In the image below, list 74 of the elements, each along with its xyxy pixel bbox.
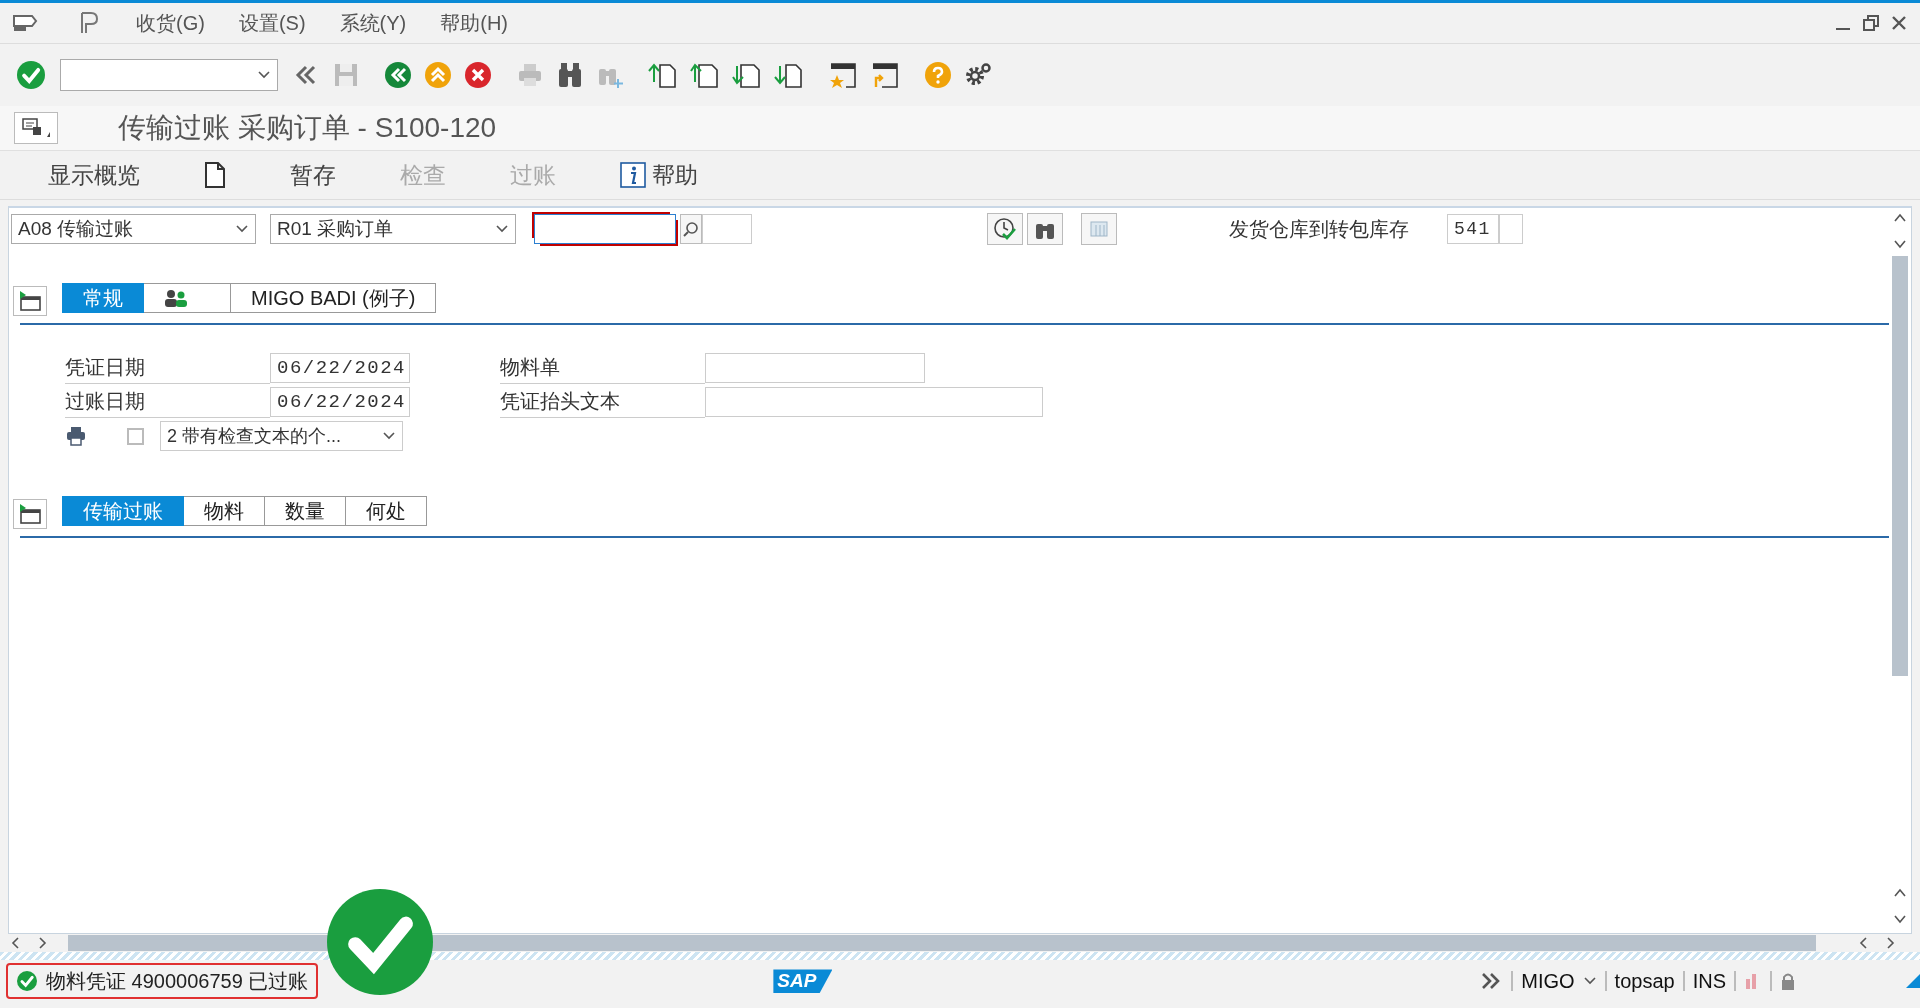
close-icon[interactable]: [1890, 14, 1908, 32]
clock-check-icon: [993, 217, 1017, 241]
movement-type-field[interactable]: 541: [1447, 214, 1499, 244]
search-help-button[interactable]: [680, 214, 702, 244]
menu-item[interactable]: 设置(S): [238, 9, 306, 37]
help-button[interactable]: 帮助: [608, 155, 710, 195]
tab[interactable]: 传输过账: [62, 496, 184, 526]
transaction-code[interactable]: MIGO: [1521, 969, 1575, 993]
caret-icon: [257, 70, 271, 80]
reference-dropdown[interactable]: R01 采购订单: [270, 214, 516, 244]
expand-button[interactable]: [13, 286, 47, 316]
status-message: 物料凭证 4900006759 已过账: [6, 963, 319, 1000]
people-icon: [164, 289, 188, 307]
item-field[interactable]: [702, 214, 752, 244]
scrollbar-thumb[interactable]: [68, 935, 1816, 952]
info-icon: [620, 162, 646, 188]
document-number-field[interactable]: [534, 214, 676, 244]
expand-button[interactable]: [13, 499, 47, 529]
caret-icon: [495, 224, 509, 234]
success-icon: [16, 970, 38, 993]
binoculars-icon[interactable]: [556, 61, 584, 89]
menu-item[interactable]: 帮助(H): [440, 9, 508, 37]
lock-icon: [1780, 971, 1796, 992]
table-icon: [1089, 220, 1109, 238]
tab[interactable]: 数量: [265, 496, 346, 526]
print-icon: [65, 425, 87, 447]
toolbar-button[interactable]: 暂存: [278, 155, 348, 195]
sap-logo: SAP: [773, 969, 833, 994]
caret-icon: [382, 431, 396, 441]
tab[interactable]: 常规: [62, 283, 144, 313]
find-button[interactable]: [1027, 213, 1063, 245]
document-date-field[interactable]: 06/22/2024: [270, 353, 410, 383]
print-checkbox[interactable]: [127, 427, 144, 445]
header-text-field[interactable]: [705, 387, 1043, 417]
menu-item[interactable]: 收货(G): [136, 9, 205, 37]
resize-grip-icon[interactable]: [1906, 974, 1920, 989]
expand-icon: [18, 290, 42, 312]
scroll-right-icon[interactable]: [1884, 936, 1896, 951]
window-arrow-icon[interactable]: [870, 60, 900, 90]
expand-icon: [18, 503, 42, 525]
input-mode[interactable]: INS: [1692, 969, 1726, 993]
scroll-left-icon[interactable]: [1858, 936, 1870, 951]
restore-icon[interactable]: [1862, 14, 1880, 32]
command-field[interactable]: [60, 59, 278, 91]
print-version-dropdown[interactable]: 2 带有检查文本的个...: [160, 421, 403, 451]
cancel-icon[interactable]: [464, 61, 492, 89]
enter-icon[interactable]: [16, 60, 46, 90]
caret-icon[interactable]: [1582, 976, 1597, 987]
menu-item[interactable]: 系统(Y): [339, 9, 407, 37]
caret-icon: [235, 224, 249, 234]
posting-date-field[interactable]: 06/22/2024: [270, 387, 410, 417]
tab[interactable]: MIGO BADI (例子): [231, 283, 437, 313]
toolbar-button[interactable]: 显示概览: [36, 155, 152, 195]
special-stock-field[interactable]: [1499, 214, 1523, 244]
execute-button[interactable]: [987, 213, 1023, 245]
scroll-left-icon[interactable]: [10, 936, 22, 951]
window-star-icon[interactable]: [828, 60, 858, 90]
movement-type-label: 发货仓库到转包库存: [1229, 216, 1409, 242]
screen-title: 传输过账 采购订单 - S100-120: [118, 111, 497, 145]
system-name: topsap: [1614, 969, 1675, 993]
tab[interactable]: 物料: [184, 496, 265, 526]
scroll-down-icon[interactable]: [1893, 913, 1907, 926]
screen-menu-button[interactable]: [14, 112, 58, 144]
people-tab[interactable]: [144, 283, 231, 313]
back-circle-icon[interactable]: [384, 61, 412, 89]
scroll-up-icon[interactable]: [1893, 212, 1907, 224]
screen-menu-icon: [21, 117, 51, 139]
action-dropdown[interactable]: A08 传输过账: [11, 214, 256, 244]
material-slip-field[interactable]: [705, 353, 925, 383]
search-icon: [683, 221, 699, 237]
tab[interactable]: 何处: [346, 496, 427, 526]
scrollbar-thumb[interactable]: [1892, 256, 1908, 676]
scroll-down-icon[interactable]: [1893, 238, 1907, 250]
scroll-right-icon[interactable]: [36, 936, 48, 951]
